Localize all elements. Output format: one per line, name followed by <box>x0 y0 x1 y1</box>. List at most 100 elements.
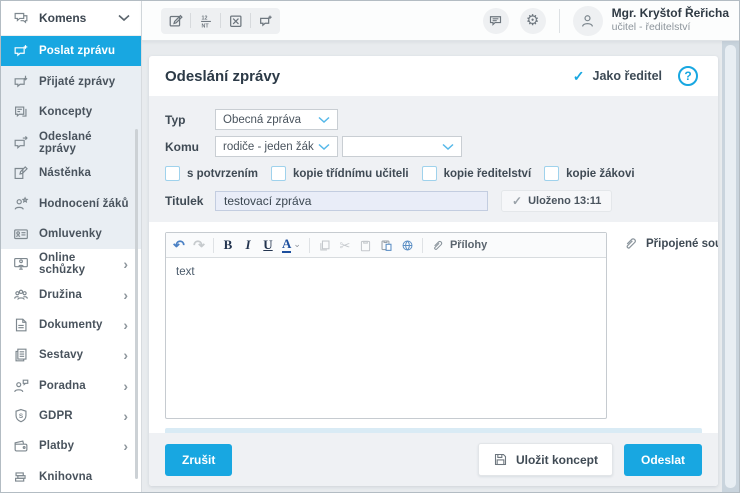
topbar: 12NT ⚙ <box>142 1 739 41</box>
checkbox-copy-student[interactable]: kopie žákovi <box>544 166 634 181</box>
sidebar-item-online-schuzky[interactable]: Online schůzky › <box>1 249 141 279</box>
as-director-toggle[interactable]: Jako ředitel <box>593 69 662 83</box>
message-form: Typ Obecná zpráva Komu rodiče - jeden žá… <box>149 96 718 222</box>
send-button[interactable]: Odeslat <box>624 444 702 476</box>
checkbox-copy-class-teacher[interactable]: kopie třídnímu učiteli <box>271 166 409 181</box>
bold-button[interactable]: B <box>222 237 234 253</box>
save-draft-label: Uložit koncept <box>516 453 598 467</box>
copy-icon[interactable] <box>318 239 331 252</box>
chevron-right-icon: › <box>123 348 131 362</box>
user-name: Mgr. Kryštof Řeřicha <box>612 6 729 21</box>
settings-gear-icon[interactable]: ⚙ <box>520 8 546 34</box>
right-column: 12NT ⚙ <box>142 1 739 492</box>
link-globe-icon[interactable] <box>401 239 414 252</box>
attached-files-panel: Připojené soubory <box>607 232 718 251</box>
checkbox-box[interactable] <box>544 166 559 181</box>
sidebar-item-label: Platby <box>39 440 114 452</box>
toolbar-separator <box>422 238 423 253</box>
chevron-right-icon: › <box>123 439 131 453</box>
user-info[interactable]: Mgr. Kryštof Řeřicha učitel - ředitelstv… <box>612 6 729 34</box>
shield-icon: S <box>12 407 30 425</box>
checkbox-confirmation[interactable]: s potvrzením <box>165 166 258 181</box>
sidebar-item-poslat-zpravu[interactable]: Poslat zprávu <box>1 36 141 67</box>
title-input[interactable] <box>215 191 488 211</box>
send-message-card: Odeslání zprávy ✓ Jako ředitel ? Typ Obe… <box>149 56 718 486</box>
to-dropdown[interactable]: rodiče - jeden žák <box>215 136 338 157</box>
compose-icon[interactable] <box>161 8 190 34</box>
topbar-divider <box>559 9 560 33</box>
svg-text:NT: NT <box>201 23 209 28</box>
to-secondary-dropdown[interactable] <box>342 136 462 157</box>
checkbox-box[interactable] <box>165 166 180 181</box>
attachments-button[interactable]: Přílohy <box>431 239 487 252</box>
paperclip-icon <box>623 236 638 251</box>
grades-icon[interactable]: 12NT <box>191 8 220 34</box>
sidebar-item-dokumenty[interactable]: Dokumenty › <box>1 310 141 340</box>
new-message-icon[interactable] <box>251 8 280 34</box>
chevron-right-icon: › <box>123 379 131 393</box>
chevron-down-icon <box>318 116 330 124</box>
person-speech-icon <box>12 377 30 395</box>
redo-icon[interactable]: ↷ <box>193 238 205 252</box>
checkbox-box[interactable] <box>422 166 437 181</box>
sidebar-scrollbar[interactable] <box>135 129 138 479</box>
sidebar-item-label: Hodnocení žáků <box>39 198 131 210</box>
underline-button[interactable]: U <box>262 237 274 253</box>
editor-toolbar: ↶ ↷ B I U A ⌄ <box>166 233 606 258</box>
sidebar-item-prijate-zpravy[interactable]: Přijaté zprávy <box>1 66 141 97</box>
id-card-icon <box>12 225 30 243</box>
cut-icon[interactable]: ✂ <box>339 239 351 252</box>
sidebar-item-poradna[interactable]: Poradna › <box>1 371 141 401</box>
check-icon: ✓ <box>512 194 522 208</box>
sidebar-item-nastenka[interactable]: Nástěnka <box>1 158 141 189</box>
komens-chat-bubbles-icon <box>12 9 30 27</box>
paste-icon[interactable] <box>359 239 372 252</box>
chevron-right-icon: › <box>123 288 131 302</box>
sidebar-item-gdpr[interactable]: S GDPR › <box>1 401 141 431</box>
title-field-label: Titulek <box>165 194 215 208</box>
absence-icon[interactable] <box>221 8 250 34</box>
paste-from-word-icon[interactable] <box>380 239 393 252</box>
user-avatar[interactable] <box>573 6 603 36</box>
sidebar-item-druzina[interactable]: Družina › <box>1 280 141 310</box>
sidebar-item-knihovna[interactable]: Knihovna <box>1 462 141 492</box>
attached-files-label: Připojené soubory <box>646 238 718 250</box>
type-dropdown[interactable]: Obecná zpráva <box>215 109 338 130</box>
sidebar-item-platby[interactable]: Platby › <box>1 431 141 461</box>
help-icon[interactable]: ? <box>678 66 698 86</box>
chevron-down-icon <box>318 143 330 151</box>
footer-right: Uložit koncept Odeslat <box>478 443 702 476</box>
sidebar-item-koncepty[interactable]: Koncepty <box>1 97 141 128</box>
checkbox-box[interactable] <box>271 166 286 181</box>
svg-text:S: S <box>19 413 23 420</box>
sidebar-item-label: Knihovna <box>39 471 131 483</box>
page-scrollbar[interactable] <box>722 41 739 492</box>
sidebar-item-sestavy[interactable]: Sestavy › <box>1 340 141 370</box>
sidebar-item-omluvenky[interactable]: Omluvenky <box>1 219 141 250</box>
font-color-button[interactable]: A ⌄ <box>282 237 301 253</box>
italic-button[interactable]: I <box>242 237 254 253</box>
sidebar-item-odeslane-zpravy[interactable]: Odeslané zprávy <box>1 127 141 158</box>
undo-icon[interactable]: ↶ <box>173 238 185 252</box>
chevron-right-icon: › <box>123 409 131 423</box>
sidebar-item-label: Družina <box>39 289 114 301</box>
header-right: ✓ Jako ředitel ? <box>573 66 698 86</box>
message-body-input[interactable]: text <box>166 258 606 418</box>
attachments-button-label: Přílohy <box>450 239 487 251</box>
bubble-arrow-right-icon <box>12 134 30 152</box>
chevron-down-icon: ⌄ <box>293 239 301 250</box>
font-color-letter: A <box>282 237 291 253</box>
sidebar-item-hodnoceni-zaku[interactable]: Hodnocení žáků <box>1 188 141 219</box>
sidebar-header-komens[interactable]: Komens <box>1 1 141 36</box>
page-scrollbar-thumb[interactable] <box>725 45 736 488</box>
person-star-icon <box>12 195 30 213</box>
rich-text-editor: ↶ ↷ B I U A ⌄ <box>165 232 607 419</box>
main-area: Odeslání zprávy ✓ Jako ředitel ? Typ Obe… <box>142 41 722 492</box>
page-title: Odeslání zprávy <box>165 68 280 85</box>
save-draft-button[interactable]: Uložit koncept <box>478 443 613 476</box>
cancel-button[interactable]: Zrušit <box>165 444 232 476</box>
sidebar-item-label: Koncepty <box>39 106 131 118</box>
chat-icon[interactable] <box>483 8 509 34</box>
checkbox-copy-directorate[interactable]: kopie ředitelství <box>422 166 532 181</box>
to-label: Komu <box>165 140 215 154</box>
